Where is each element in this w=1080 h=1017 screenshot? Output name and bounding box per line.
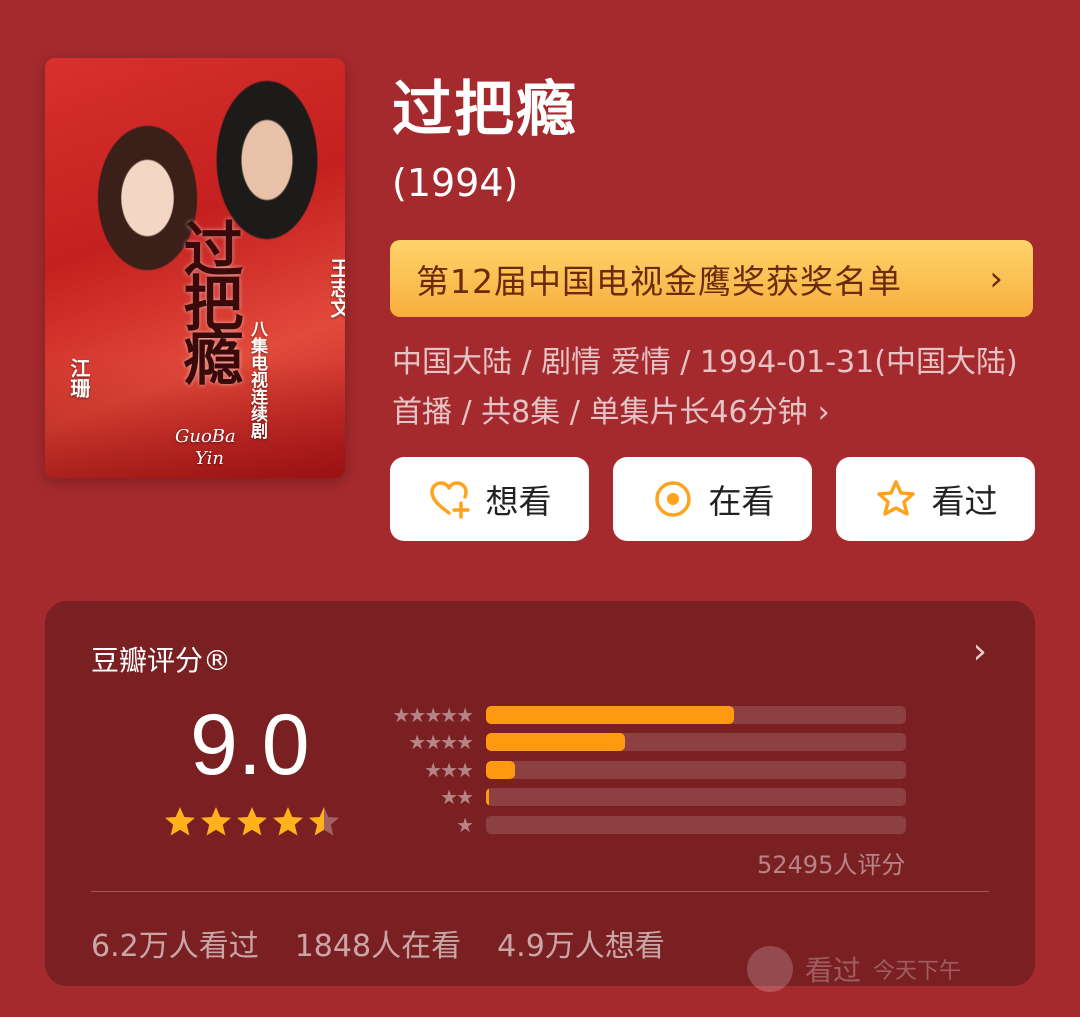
want-to-watch-label: 想看 [485,482,552,521]
watching-button[interactable]: 在看 [613,457,812,541]
award-banner-link[interactable]: 第12届中国电视金鹰奖获奖名单 › [390,240,1033,317]
watching-label: 在看 [708,482,775,521]
chevron-right-icon: › [817,395,830,430]
rating-dist-bar-2 [486,788,489,807]
show-title: 过把瘾 [392,75,578,145]
rating-dist-track [486,815,906,834]
poster-latin-line1: GuoBa [175,426,236,447]
rating-dist-track [486,760,906,779]
watermark-label: 看过 [805,954,862,987]
star-filled-icon [201,807,231,836]
rating-dist-bar-5 [486,705,734,724]
rating-dist-track [486,705,906,724]
poster-image[interactable]: 过把瘾 王志文 江珊 八集电视连续剧 GuoBa Yin [45,58,345,478]
heart-plus-icon [429,481,470,519]
rating-dist-row-5: ★★★★★ [378,701,906,729]
rating-card-title: 豆瓣评分® [91,644,232,677]
rating-card[interactable]: 豆瓣评分® › 9.0 ★★★★★ ★★★★ ★★★ ★★ ★ 52495人评分… [45,601,1035,992]
rating-dist-stars-3: ★★★ [424,757,474,782]
rating-dist-stars-1: ★ [456,812,474,837]
star-filled-icon [273,807,303,836]
wish-count[interactable]: 4.9万人想看 [497,921,665,965]
watching-count[interactable]: 1848人在看 [295,921,461,965]
star-filled-icon [237,807,267,836]
star-half-icon [309,807,339,836]
watermark: 看过 今天下午 [747,946,961,992]
rating-dist-track [486,788,906,807]
rating-dist-track [486,733,906,752]
poster-latin-title: GuoBa Yin [175,426,236,470]
rating-dist-row-1: ★ [378,811,906,839]
watched-button[interactable]: 看过 [836,457,1035,541]
watched-label: 看过 [931,482,998,521]
want-to-watch-button[interactable]: 想看 [390,457,589,541]
star-filled-icon [165,807,195,836]
rating-dist-row-3: ★★★ [378,756,906,784]
rating-count: 52495人评分 [757,851,906,879]
watermark-avatar [747,946,793,992]
audience-stats: 6.2万人看过 1848人在看 4.9万人想看 [91,921,665,965]
watched-count[interactable]: 6.2万人看过 [91,921,259,965]
poster-actor-name-right: 王志文 [327,258,345,318]
watermark-sub: 今天下午 [873,959,962,984]
show-year: (1994) [392,161,519,205]
show-meta-info[interactable]: 中国大陆 / 剧情 爱情 / 1994-01-31(中国大陆)首播 / 共8集 … [392,338,1022,438]
target-icon [654,481,691,517]
award-banner-label: 第12届中国电视金鹰奖获奖名单 [416,261,902,301]
divider [91,891,989,892]
rating-distribution: ★★★★★ ★★★★ ★★★ ★★ ★ [378,701,906,839]
star-outline-icon [876,480,915,516]
action-buttons: 想看 在看 看过 [390,457,1035,541]
poster-latin-line2: Yin [195,448,224,469]
rating-dist-bar-4 [486,733,625,752]
rating-stars [163,805,341,839]
poster-actor-name-left: 江珊 [67,358,91,398]
show-meta-text: 中国大陆 / 剧情 爱情 / 1994-01-31(中国大陆)首播 / 共8集 … [392,345,1018,430]
rating-dist-stars-2: ★★ [440,785,474,810]
rating-dist-stars-5: ★★★★★ [392,702,474,727]
rating-dist-row-4: ★★★★ [378,729,906,757]
rating-dist-stars-4: ★★★★ [408,730,474,755]
chevron-right-icon: › [989,258,1003,299]
rating-dist-bar-3 [486,760,516,779]
poster-title-calligraphy: 过把瘾 [173,218,243,380]
poster-series-tag: 八集电视连续剧 [247,320,267,439]
chevron-right-icon[interactable]: › [973,631,987,672]
rating-dist-row-2: ★★ [378,784,906,812]
rating-score: 9.0 [190,697,310,793]
